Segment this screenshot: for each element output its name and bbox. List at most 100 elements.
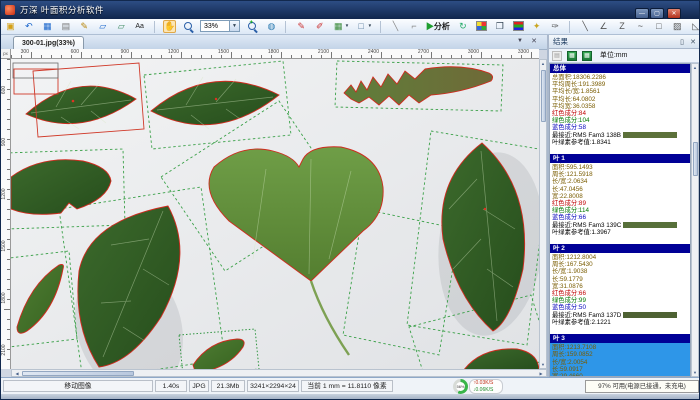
ruler-tick (271, 55, 272, 58)
scroll-down-icon[interactable]: ▼ (692, 370, 698, 375)
maximize-button[interactable]: ▢ (650, 8, 664, 19)
result-row[interactable]: 叶绿素参考值:1.3967 (552, 229, 690, 236)
result-row[interactable]: 周长:159.0852 (552, 351, 690, 358)
result-row[interactable]: 长:59.1779 (552, 276, 690, 283)
dropper-icon[interactable]: ✑ (549, 20, 562, 33)
result-section-header[interactable]: 总体 (550, 64, 690, 73)
status-scale: 当前 1 mm = 11.8110 像素 (301, 380, 393, 392)
image-canvas[interactable] (11, 59, 539, 369)
curve-measure-icon[interactable]: ~ (634, 20, 647, 33)
print-icon[interactable]: ▤ (59, 20, 72, 33)
open-file-icon[interactable]: ▣ (4, 20, 17, 33)
ruler-tick (61, 55, 62, 58)
hand-tool-icon[interactable]: ✋ (163, 20, 176, 33)
result-row[interactable]: 平均长/宽:1.8561 (552, 88, 690, 95)
export-excel-all-icon[interactable]: ▦ (582, 51, 592, 61)
tab-close-icon[interactable]: ✕ (531, 37, 537, 45)
ruler-tick (351, 55, 352, 58)
angle-measure-icon[interactable]: ∠ (597, 20, 610, 33)
result-section-header[interactable]: 叶 2 (550, 244, 690, 253)
canvas-vertical-scrollbar[interactable]: ▲ ▼ (539, 59, 547, 369)
mark-edit-icon[interactable]: ✎ (295, 20, 308, 33)
result-row[interactable]: 最接近:RMS Fam3 137D (552, 312, 690, 319)
minimize-button[interactable]: — (635, 8, 649, 19)
ruler-tick (471, 55, 472, 58)
text-tool-icon[interactable]: Aa (133, 20, 146, 33)
ruler-tick (7, 139, 10, 140)
result-row[interactable]: 长/宽:2.0634 (552, 178, 690, 185)
join-tool-icon[interactable]: ⌐ (407, 20, 420, 33)
scroll-up-icon[interactable]: ▲ (540, 61, 546, 66)
scroll-right-icon[interactable]: ▶ (537, 371, 545, 376)
result-row[interactable]: 最接近:RMS Fam3 139C (552, 222, 690, 229)
zoom-in-icon[interactable]: + (246, 20, 259, 33)
line-measure-icon[interactable]: ╲ (579, 20, 592, 33)
pencil-icon[interactable]: ✎ (78, 20, 91, 33)
result-row[interactable]: 叶绿素参考值:1.8341 (552, 139, 690, 146)
pin-icon[interactable]: ▯ (680, 36, 684, 50)
zoom-tool-icon[interactable] (182, 20, 195, 33)
canvas-horizontal-scrollbar[interactable]: ◀ ▶ (11, 369, 547, 377)
result-row[interactable]: 蓝色成分:50 (552, 304, 690, 311)
result-row[interactable]: 长:47.0456 (552, 186, 690, 193)
scroll-up-icon[interactable]: ▲ (692, 65, 698, 70)
export-doc-icon[interactable]: ▱ (96, 20, 109, 33)
refresh-icon[interactable]: ↻ (456, 20, 469, 33)
result-row[interactable]: 平均宽:36.0358 (552, 103, 690, 110)
rect-measure-icon[interactable]: □ (652, 20, 665, 33)
result-row[interactable]: 蓝色成分:58 (552, 124, 690, 131)
zoom-dropdown-icon[interactable]: ▼ (229, 21, 239, 31)
scrollbar-thumb[interactable] (541, 70, 546, 122)
result-section-header[interactable]: 叶 1 (550, 154, 690, 163)
ruler-tick (491, 55, 492, 58)
results-list[interactable]: 总体总面积:18306.2286平均周长:191.3989平均长/宽:1.856… (549, 63, 691, 377)
result-row[interactable]: 长/宽:2.0054 (552, 359, 690, 366)
zoom-level-select[interactable]: 33%▼ (200, 20, 240, 32)
fit-view-icon[interactable]: ◍ (265, 20, 278, 33)
rgb-bars-icon[interactable] (513, 21, 524, 31)
save-icon[interactable]: ▦ (41, 20, 54, 33)
scroll-left-icon[interactable]: ◀ (13, 371, 21, 376)
ruler-tick (121, 55, 122, 58)
region-tool-icon[interactable]: □ (355, 20, 368, 33)
results-scrollbar[interactable]: ▲ ▼ (691, 63, 699, 377)
tab-list-dropdown-icon[interactable]: ▼ (517, 38, 523, 44)
dashed-rect-icon[interactable]: ▨ (671, 20, 684, 33)
result-section-header[interactable]: 叶 3 (550, 334, 690, 343)
grid-tool-icon[interactable]: ▦ (332, 20, 345, 33)
result-row[interactable]: 最接近:RMS Fam3 138B (552, 132, 690, 139)
palette-grid-icon[interactable] (476, 21, 487, 31)
result-row[interactable]: 蓝色成分:66 (552, 214, 690, 221)
result-row[interactable]: 长:59.0917 (552, 366, 690, 373)
result-row[interactable]: 宽:31.0876 (552, 283, 690, 290)
result-row[interactable]: 宽:22.8008 (552, 193, 690, 200)
grid-dropdown-icon[interactable]: ▼ (345, 19, 349, 32)
region-dropdown-icon[interactable]: ▼ (368, 19, 372, 32)
triangle-measure-icon[interactable]: ◺ (689, 20, 700, 33)
scrollbar-thumb[interactable] (693, 142, 698, 176)
export-excel-icon[interactable]: ▦ (567, 51, 577, 61)
document-tab[interactable]: 300-01.jpg(33%) (13, 36, 84, 50)
document-tab-bar: 300-01.jpg(33%) ▼ ✕ (1, 35, 547, 50)
scroll-down-icon[interactable]: ▼ (540, 362, 546, 367)
key-icon[interactable]: ✦ (530, 20, 543, 33)
panel-close-icon[interactable]: ✕ (690, 36, 696, 50)
close-button[interactable]: ✕ (667, 8, 681, 19)
result-row-text: 面积:1212.8004 (552, 254, 596, 261)
snap-tool-icon[interactable]: ╲ (389, 20, 402, 33)
ruler-tick (241, 55, 242, 58)
analyze-button[interactable]: ▶分析 (426, 20, 450, 33)
result-row[interactable]: 叶绿素参考值:2.1221 (552, 319, 690, 326)
window-layout-icon[interactable]: ❐ (493, 20, 506, 33)
mark-pick-icon[interactable]: ✐ (313, 20, 326, 33)
scrollbar-thumb[interactable] (22, 371, 134, 376)
copy-doc-icon[interactable]: ▱ (115, 20, 128, 33)
polyline-measure-icon[interactable]: Z (615, 20, 628, 33)
ruler-label: 2400 (364, 49, 379, 55)
result-row[interactable]: 长/宽:1.9038 (552, 268, 690, 275)
result-row-text: 长/宽:2.0634 (552, 178, 587, 185)
toolbar-separator (380, 21, 381, 33)
ruler-tick (41, 55, 42, 58)
undo-icon[interactable]: ↶ (22, 20, 35, 33)
result-row[interactable]: 平均长:64.0802 (552, 96, 690, 103)
